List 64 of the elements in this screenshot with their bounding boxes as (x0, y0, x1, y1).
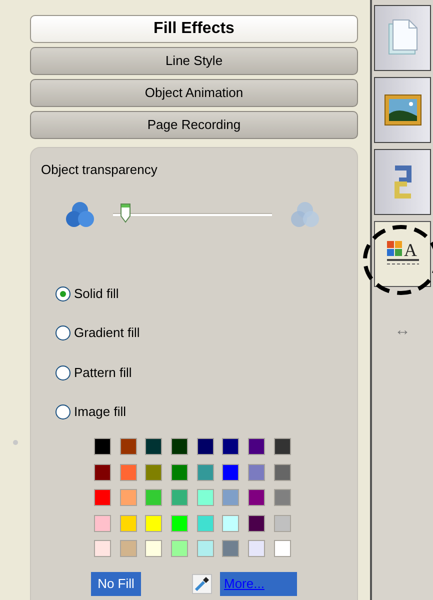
transparency-label: Object transparency (41, 161, 158, 179)
color-swatch[interactable] (94, 540, 111, 557)
radio-button[interactable] (55, 286, 71, 302)
panel-tab[interactable]: Line Style (30, 47, 358, 75)
color-swatch[interactable] (171, 489, 188, 506)
color-swatch[interactable] (94, 514, 111, 532)
color-swatch[interactable] (171, 540, 188, 557)
color-swatch[interactable] (274, 438, 291, 455)
color-swatch[interactable] (145, 514, 162, 532)
color-swatch[interactable] (196, 514, 214, 532)
color-swatch[interactable] (196, 438, 214, 455)
color-swatch[interactable] (248, 514, 266, 532)
sidebar-tab[interactable] (374, 149, 431, 215)
color-swatch[interactable] (171, 514, 188, 532)
color-swatch[interactable] (120, 514, 137, 532)
panel-tab[interactable]: Fill Effects (30, 15, 358, 43)
color-swatch[interactable] (222, 438, 240, 455)
no-fill-button[interactable]: No Fill (91, 572, 141, 596)
radio-button[interactable] (55, 325, 71, 341)
fill-option-label: Pattern fill (74, 364, 132, 382)
fill-option-label: Gradient fill (74, 324, 140, 342)
panel-tab[interactable]: Object Animation (30, 79, 358, 107)
fill-option-label: Solid fill (74, 284, 119, 303)
transparent-circles-icon (290, 200, 320, 228)
color-swatch[interactable] (120, 438, 137, 455)
color-swatch[interactable] (94, 464, 111, 480)
color-swatch[interactable] (196, 489, 214, 506)
color-swatch[interactable] (222, 540, 240, 557)
color-swatch[interactable] (120, 489, 137, 506)
picture-icon (384, 94, 422, 126)
panel-tab[interactable]: Page Recording (30, 111, 358, 139)
color-swatch[interactable] (145, 489, 162, 506)
fill-option-label: Image fill (74, 403, 126, 422)
color-swatch[interactable] (248, 540, 266, 557)
sidebar-tab[interactable] (374, 5, 431, 71)
color-swatch[interactable] (120, 464, 137, 480)
color-swatch[interactable] (94, 489, 111, 506)
sidebar-tab[interactable] (374, 77, 431, 143)
color-swatch[interactable] (248, 489, 266, 506)
color-swatch[interactable] (274, 464, 291, 480)
color-swatch[interactable] (274, 514, 291, 532)
color-swatch[interactable] (248, 464, 266, 480)
color-swatch[interactable] (222, 514, 240, 532)
color-swatch[interactable] (196, 540, 214, 557)
opaque-circles-icon (65, 200, 95, 228)
sidebar-tab[interactable]: A (374, 221, 431, 287)
radio-button[interactable] (55, 404, 71, 420)
resize-grip-icon (13, 440, 18, 445)
color-swatch[interactable] (171, 438, 188, 455)
color-swatch[interactable] (274, 489, 291, 506)
eyedropper-icon[interactable] (192, 574, 212, 594)
color-swatch[interactable] (145, 438, 162, 455)
color-swatch[interactable] (248, 438, 266, 455)
slider-thumb[interactable] (120, 203, 132, 223)
radio-button[interactable] (55, 364, 71, 380)
color-swatch[interactable] (222, 464, 240, 480)
color-swatch[interactable] (171, 464, 188, 480)
color-swatch[interactable] (274, 540, 291, 557)
color-swatch[interactable] (145, 540, 162, 557)
color-swatch[interactable] (94, 438, 111, 455)
color-swatch[interactable] (196, 464, 214, 480)
color-swatch[interactable] (145, 464, 162, 480)
color-swatch[interactable] (120, 540, 137, 557)
color-swatch[interactable] (222, 489, 240, 506)
